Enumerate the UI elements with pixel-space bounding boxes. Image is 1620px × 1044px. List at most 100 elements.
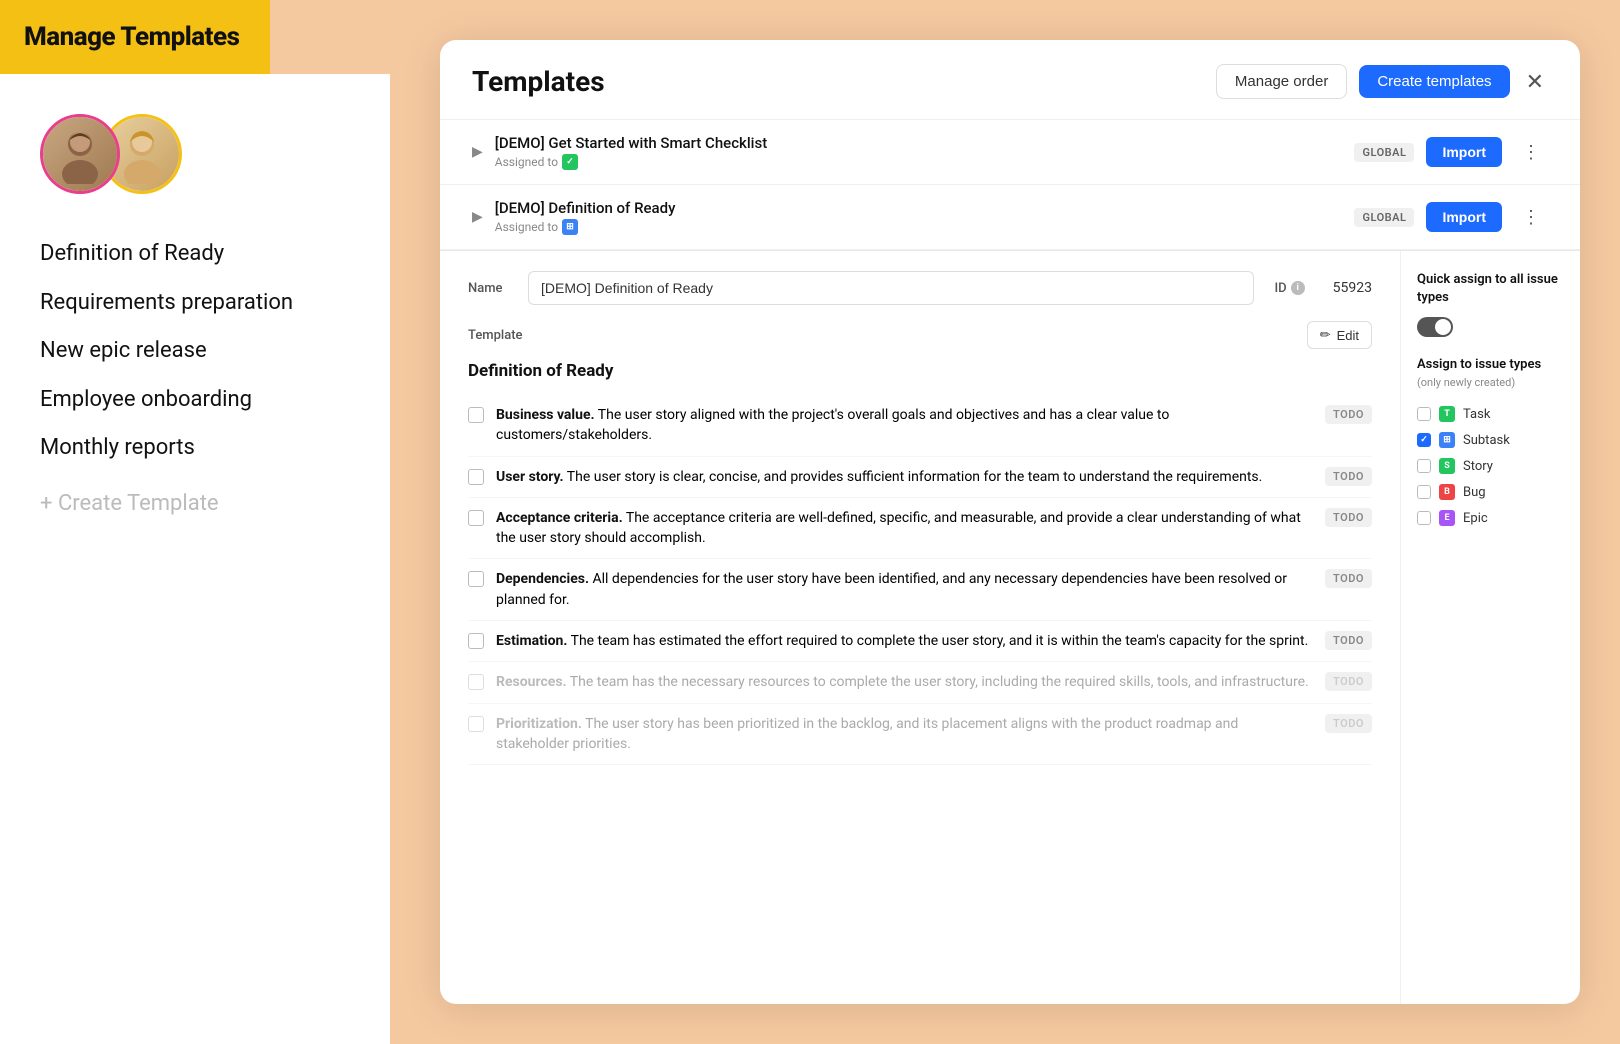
- checklist-text-2: User story. The user story is clear, con…: [496, 467, 1313, 487]
- story-icon: S: [1439, 458, 1455, 474]
- template-info-1: [DEMO] Get Started with Smart Checklist …: [495, 134, 1343, 170]
- checkbox-4[interactable]: [468, 571, 484, 587]
- bug-icon: B: [1439, 484, 1455, 500]
- subtask-label: Subtask: [1463, 433, 1510, 448]
- checkbox-5[interactable]: [468, 633, 484, 649]
- template-item-2: ▶ [DEMO] Definition of Ready Assigned to…: [440, 185, 1580, 250]
- checklist-text-3: Acceptance criteria. The acceptance crit…: [496, 508, 1313, 549]
- todo-badge-7: TODO: [1325, 714, 1372, 733]
- assign-section-title: Assign to issue types: [1417, 357, 1564, 372]
- todo-badge-3: TODO: [1325, 508, 1372, 527]
- assigned-icon-1: ✓: [562, 154, 578, 170]
- name-input[interactable]: [528, 271, 1254, 305]
- checkbox-3[interactable]: [468, 510, 484, 526]
- create-templates-button[interactable]: Create templates: [1359, 65, 1509, 98]
- checklist-item-1: Business value. The user story aligned w…: [468, 395, 1372, 457]
- create-template-button[interactable]: + Create Template: [40, 491, 350, 516]
- template-item-1: ▶ [DEMO] Get Started with Smart Checklis…: [440, 120, 1580, 185]
- edit-button[interactable]: ✏ Edit: [1307, 321, 1372, 349]
- toggle-row: [1417, 317, 1564, 337]
- checklist-text-6: Resources. The team has the necessary re…: [496, 672, 1313, 692]
- checkbox-6[interactable]: [468, 674, 484, 690]
- sidebar-item-monthly-reports[interactable]: Monthly reports: [40, 424, 350, 473]
- todo-badge-5: TODO: [1325, 631, 1372, 650]
- bug-label: Bug: [1463, 485, 1486, 500]
- checklist-text-1: Business value. The user story aligned w…: [496, 405, 1313, 446]
- edit-pencil-icon: ✏: [1320, 327, 1331, 343]
- checklist-item-5: Estimation. The team has estimated the e…: [468, 621, 1372, 662]
- epic-label: Epic: [1463, 511, 1488, 526]
- checklist-item-2: User story. The user story is clear, con…: [468, 457, 1372, 498]
- import-button-1[interactable]: Import: [1426, 137, 1502, 167]
- chevron-icon-2[interactable]: ▶: [472, 209, 483, 225]
- close-button[interactable]: ✕: [1522, 65, 1548, 99]
- assigned-label-1: Assigned to: [495, 155, 558, 169]
- checklist-title: Definition of Ready: [468, 361, 1372, 381]
- chevron-icon-1[interactable]: ▶: [472, 144, 483, 160]
- assigned-label-2: Assigned to: [495, 220, 558, 234]
- assigned-icon-2: ⊞: [562, 219, 578, 235]
- template-name-2: [DEMO] Definition of Ready: [495, 199, 1343, 217]
- checklist-item-3: Acceptance criteria. The acceptance crit…: [468, 498, 1372, 560]
- template-assigned-2: Assigned to ⊞: [495, 219, 1343, 235]
- modal-title: Templates: [472, 65, 605, 98]
- issue-type-story: S Story: [1417, 453, 1564, 479]
- more-button-2[interactable]: ⋮: [1514, 203, 1548, 232]
- sidebar-item-new-epic-release[interactable]: New epic release: [40, 327, 350, 376]
- info-icon: i: [1291, 281, 1305, 295]
- sidebar-item-requirements-preparation[interactable]: Requirements preparation: [40, 279, 350, 328]
- modal-actions: Manage order Create templates ✕: [1216, 64, 1548, 99]
- template-content: Name ID i 55923 Template ✏ Edit: [440, 251, 1400, 1004]
- checkbox-2[interactable]: [468, 469, 484, 485]
- template-label-row: Template ✏ Edit: [468, 321, 1372, 349]
- todo-badge-4: TODO: [1325, 569, 1372, 588]
- id-label: ID i: [1274, 281, 1304, 296]
- checklist-items: Business value. The user story aligned w…: [468, 395, 1372, 765]
- toggle-switch[interactable]: [1417, 317, 1453, 337]
- sidebar-item-employee-onboarding[interactable]: Employee onboarding: [40, 376, 350, 425]
- todo-badge-6: TODO: [1325, 672, 1372, 691]
- todo-badge-2: TODO: [1325, 467, 1372, 486]
- sidebar: Definition of Ready Requirements prepara…: [0, 74, 390, 1044]
- quick-assign-title: Quick assign to all issue types: [1417, 271, 1564, 307]
- assign-section-sub: (only newly created): [1417, 376, 1564, 389]
- toggle-knob: [1435, 319, 1451, 335]
- checklist-item-6: Resources. The team has the necessary re…: [468, 662, 1372, 703]
- avatars: [40, 114, 350, 194]
- checklist-text-4: Dependencies. All dependencies for the u…: [496, 569, 1313, 610]
- epic-checkbox[interactable]: [1417, 511, 1431, 525]
- checklist-text-5: Estimation. The team has estimated the e…: [496, 631, 1313, 651]
- issue-type-task: T Task: [1417, 401, 1564, 427]
- right-panel: Quick assign to all issue types Assign t…: [1400, 251, 1580, 1004]
- issue-type-bug: B Bug: [1417, 479, 1564, 505]
- header-bar: Manage Templates: [0, 0, 270, 74]
- name-field-row: Name ID i 55923: [468, 271, 1372, 305]
- checkbox-1[interactable]: [468, 407, 484, 423]
- template-info-2: [DEMO] Definition of Ready Assigned to ⊞: [495, 199, 1343, 235]
- issue-type-epic: E Epic: [1417, 505, 1564, 531]
- avatar-1: [40, 114, 120, 194]
- more-button-1[interactable]: ⋮: [1514, 138, 1548, 167]
- template-detail: Name ID i 55923 Template ✏ Edit: [440, 250, 1580, 1004]
- subtask-icon: ⊞: [1439, 432, 1455, 448]
- story-checkbox[interactable]: [1417, 459, 1431, 473]
- bug-checkbox[interactable]: [1417, 485, 1431, 499]
- task-label: Task: [1463, 407, 1490, 422]
- checkbox-7[interactable]: [468, 716, 484, 732]
- task-checkbox[interactable]: [1417, 407, 1431, 421]
- modal: Templates Manage order Create templates …: [440, 40, 1580, 1004]
- manage-order-button[interactable]: Manage order: [1216, 64, 1347, 99]
- story-label: Story: [1463, 459, 1493, 474]
- checklist-item-4: Dependencies. All dependencies for the u…: [468, 559, 1372, 621]
- import-button-2[interactable]: Import: [1426, 202, 1502, 232]
- sidebar-item-definition-of-ready[interactable]: Definition of Ready: [40, 230, 350, 279]
- template-list: ▶ [DEMO] Get Started with Smart Checklis…: [440, 120, 1580, 250]
- subtask-checkbox[interactable]: [1417, 433, 1431, 447]
- nav-list: Definition of Ready Requirements prepara…: [40, 230, 350, 473]
- id-value: 55923: [1333, 280, 1372, 296]
- page-title: Manage Templates: [24, 22, 239, 52]
- template-name-1: [DEMO] Get Started with Smart Checklist: [495, 134, 1343, 152]
- issue-type-subtask: ⊞ Subtask: [1417, 427, 1564, 453]
- template-section-label: Template: [468, 328, 523, 343]
- epic-icon: E: [1439, 510, 1455, 526]
